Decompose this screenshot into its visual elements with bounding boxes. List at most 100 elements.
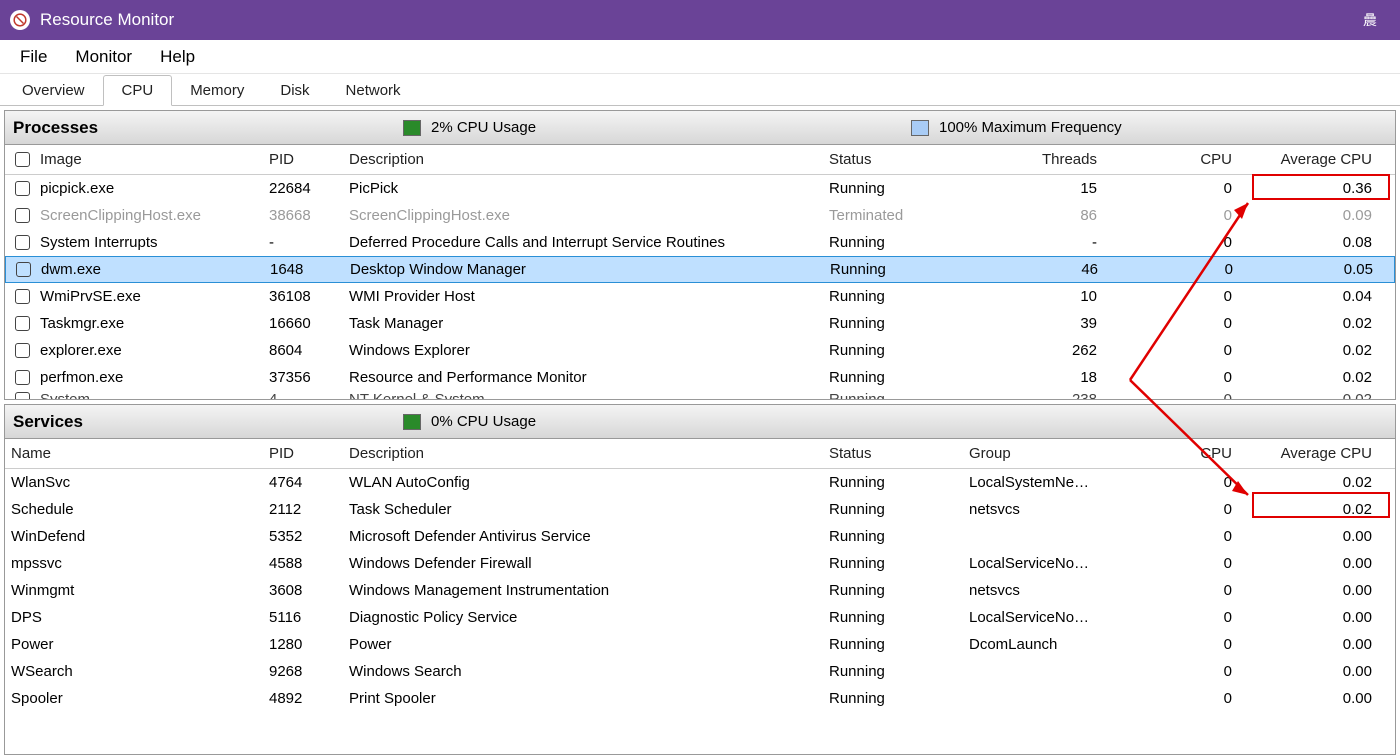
- cell-image: System Interrupts: [40, 234, 158, 251]
- cell-average-cpu: 0.00: [1238, 609, 1378, 626]
- cell-pid: 2112: [263, 501, 343, 518]
- menu-file[interactable]: File: [6, 43, 61, 71]
- table-row[interactable]: System4NT Kernel & SystemRunning23800.02: [5, 391, 1395, 399]
- col-image[interactable]: Image: [5, 151, 263, 168]
- cell-status: Terminated: [823, 207, 963, 224]
- cell-description: Task Scheduler: [343, 501, 823, 518]
- cell-average-cpu: 0.02: [1238, 501, 1378, 518]
- col-average-cpu[interactable]: Average CPU: [1238, 445, 1378, 462]
- cell-cpu: 0: [1138, 528, 1238, 545]
- select-all-checkbox[interactable]: [15, 152, 30, 167]
- cell-group: LocalSystemNe…: [963, 474, 1138, 491]
- table-row[interactable]: System Interrupts-Deferred Procedure Cal…: [5, 229, 1395, 256]
- cell-threads: 18: [963, 369, 1103, 386]
- cell-cpu: 0: [1103, 369, 1238, 386]
- cell-name: WinDefend: [5, 528, 263, 545]
- cell-image: perfmon.exe: [40, 369, 123, 386]
- tab-disk[interactable]: Disk: [262, 76, 327, 105]
- row-checkbox[interactable]: [15, 343, 30, 358]
- table-row[interactable]: Spooler4892Print SpoolerRunning00.00: [5, 685, 1395, 712]
- table-row[interactable]: WSearch9268Windows SearchRunning00.00: [5, 658, 1395, 685]
- cell-pid: 4: [263, 391, 343, 399]
- cell-cpu: 0: [1103, 288, 1238, 305]
- cell-name: mpssvc: [5, 555, 263, 572]
- cell-average-cpu: 0.00: [1238, 528, 1378, 545]
- cell-average-cpu: 0.04: [1238, 288, 1378, 305]
- table-row[interactable]: explorer.exe8604Windows ExplorerRunning2…: [5, 337, 1395, 364]
- cell-average-cpu: 0.02: [1238, 474, 1378, 491]
- row-checkbox[interactable]: [15, 235, 30, 250]
- cell-pid: 5352: [263, 528, 343, 545]
- cell-pid: 4892: [263, 690, 343, 707]
- tab-overview[interactable]: Overview: [4, 76, 103, 105]
- cell-description: Diagnostic Policy Service: [343, 609, 823, 626]
- processes-header[interactable]: Processes 2% CPU Usage 100% Maximum Freq…: [5, 111, 1395, 145]
- tab-network[interactable]: Network: [328, 76, 419, 105]
- row-checkbox[interactable]: [15, 289, 30, 304]
- table-row[interactable]: ScreenClippingHost.exe38668ScreenClippin…: [5, 202, 1395, 229]
- tab-cpu[interactable]: CPU: [103, 75, 173, 106]
- window-title: Resource Monitor: [40, 10, 174, 30]
- cell-pid: 22684: [263, 180, 343, 197]
- cell-threads: 15: [963, 180, 1103, 197]
- row-checkbox[interactable]: [16, 262, 31, 277]
- cell-threads: 10: [963, 288, 1103, 305]
- col-description[interactable]: Description: [343, 445, 823, 462]
- col-threads[interactable]: Threads: [963, 151, 1103, 168]
- services-header[interactable]: Services 0% CPU Usage: [5, 405, 1395, 439]
- row-checkbox[interactable]: [15, 316, 30, 331]
- row-checkbox[interactable]: [15, 208, 30, 223]
- processes-title: Processes: [13, 118, 403, 138]
- table-row[interactable]: perfmon.exe37356Resource and Performance…: [5, 364, 1395, 391]
- table-row[interactable]: Winmgmt3608Windows Management Instrument…: [5, 577, 1395, 604]
- cell-image: WmiPrvSE.exe: [40, 288, 141, 305]
- services-column-header: Name PID Description Status Group CPU Av…: [5, 439, 1395, 469]
- table-row[interactable]: Power1280PowerRunningDcomLaunch00.00: [5, 631, 1395, 658]
- col-description[interactable]: Description: [343, 151, 823, 168]
- cell-name: Winmgmt: [5, 582, 263, 599]
- col-group[interactable]: Group: [963, 445, 1138, 462]
- cell-cpu: 0: [1103, 342, 1238, 359]
- row-checkbox[interactable]: [15, 181, 30, 196]
- col-pid[interactable]: PID: [263, 445, 343, 462]
- table-row[interactable]: picpick.exe22684PicPickRunning1500.36: [5, 175, 1395, 202]
- menu-monitor[interactable]: Monitor: [61, 43, 146, 71]
- col-pid[interactable]: PID: [263, 151, 343, 168]
- services-title: Services: [13, 412, 403, 432]
- row-checkbox[interactable]: [15, 370, 30, 385]
- cell-description: Desktop Window Manager: [344, 261, 824, 278]
- minimize-button[interactable]: 曟: [1350, 10, 1390, 30]
- col-status[interactable]: Status: [823, 445, 963, 462]
- table-row[interactable]: WinDefend5352Microsoft Defender Antiviru…: [5, 523, 1395, 550]
- col-cpu[interactable]: CPU: [1103, 151, 1238, 168]
- cell-group: netsvcs: [963, 501, 1138, 518]
- col-name[interactable]: Name: [5, 445, 263, 462]
- cell-average-cpu: 0.36: [1238, 180, 1378, 197]
- cell-cpu: 0: [1138, 501, 1238, 518]
- cell-status: Running: [823, 555, 963, 572]
- cell-cpu: 0: [1138, 555, 1238, 572]
- cell-cpu: 0: [1138, 636, 1238, 653]
- col-cpu[interactable]: CPU: [1138, 445, 1238, 462]
- table-row[interactable]: DPS5116Diagnostic Policy ServiceRunningL…: [5, 604, 1395, 631]
- cell-pid: 38668: [263, 207, 343, 224]
- cell-status: Running: [824, 261, 964, 278]
- col-average-cpu[interactable]: Average CPU: [1238, 151, 1378, 168]
- processes-column-header: Image PID Description Status Threads CPU…: [5, 145, 1395, 175]
- cell-pid: 1648: [264, 261, 344, 278]
- cell-average-cpu: 0.02: [1238, 315, 1378, 332]
- table-row[interactable]: WlanSvc4764WLAN AutoConfigRunningLocalSy…: [5, 469, 1395, 496]
- cell-status: Running: [823, 609, 963, 626]
- cell-pid: 8604: [263, 342, 343, 359]
- col-status[interactable]: Status: [823, 151, 963, 168]
- table-row[interactable]: mpssvc4588Windows Defender FirewallRunni…: [5, 550, 1395, 577]
- table-row[interactable]: Taskmgr.exe16660Task ManagerRunning3900.…: [5, 310, 1395, 337]
- table-row[interactable]: dwm.exe1648Desktop Window ManagerRunning…: [5, 256, 1395, 283]
- menu-help[interactable]: Help: [146, 43, 209, 71]
- row-checkbox[interactable]: [15, 392, 30, 399]
- cell-description: ScreenClippingHost.exe: [343, 207, 823, 224]
- cell-status: Running: [823, 234, 963, 251]
- table-row[interactable]: Schedule2112Task SchedulerRunningnetsvcs…: [5, 496, 1395, 523]
- tab-memory[interactable]: Memory: [172, 76, 262, 105]
- table-row[interactable]: WmiPrvSE.exe36108WMI Provider HostRunnin…: [5, 283, 1395, 310]
